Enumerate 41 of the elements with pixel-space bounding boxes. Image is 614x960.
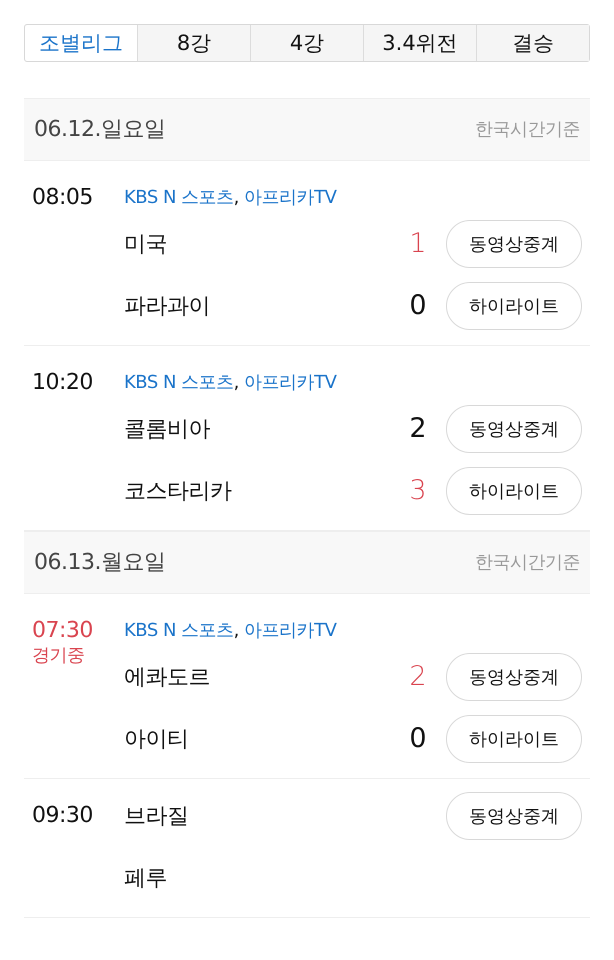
live-status: 경기중: [32, 646, 86, 666]
team-name: 미국: [124, 230, 168, 258]
team-name: 코스타리카: [124, 478, 232, 506]
video-button[interactable]: 하이라이트: [446, 282, 582, 330]
video-button[interactable]: 하이라이트: [446, 715, 582, 763]
score: 0: [408, 288, 426, 323]
score: 1: [408, 226, 426, 261]
match-time: 08:05: [32, 184, 94, 212]
channel-link[interactable]: 아프리카TV: [244, 620, 336, 641]
video-button[interactable]: 하이라이트: [446, 467, 582, 515]
match-time: 10:20: [32, 369, 94, 397]
video-button[interactable]: 동영상중계: [446, 220, 582, 268]
tab[interactable]: 결승: [476, 25, 589, 61]
separator: ,: [234, 620, 240, 641]
team-name: 브라질: [124, 802, 190, 830]
timezone-note: 한국시간기준: [475, 551, 580, 575]
team-name: 페루: [124, 864, 168, 892]
channel-link[interactable]: 아프리카TV: [244, 372, 336, 393]
date-label: 06.12.일요일: [34, 116, 166, 144]
channel-link[interactable]: 아프리카TV: [244, 187, 336, 208]
channel-link[interactable]: KBS N 스포츠: [124, 372, 234, 393]
separator: ,: [234, 372, 240, 393]
match-time: 09:30: [32, 802, 94, 830]
separator: ,: [234, 187, 240, 208]
tab[interactable]: 조별리그: [25, 25, 137, 61]
score: 2: [408, 412, 426, 446]
channel-link[interactable]: KBS N 스포츠: [124, 620, 234, 641]
team-name: 에콰도르: [124, 664, 211, 692]
video-button[interactable]: 동영상중계: [446, 792, 582, 840]
team-name: 아이티: [124, 726, 190, 754]
team-name: 파라과이: [124, 292, 211, 320]
team-name: 콜롬비아: [124, 416, 211, 444]
score: 2: [408, 660, 426, 694]
match-time: 07:30: [32, 617, 94, 645]
date-label: 06.13.월요일: [34, 549, 166, 577]
video-button[interactable]: 동영상중계: [446, 405, 582, 453]
video-button[interactable]: 동영상중계: [446, 653, 582, 701]
timezone-note: 한국시간기준: [475, 118, 580, 142]
channel-link[interactable]: KBS N 스포츠: [124, 187, 234, 208]
score: 3: [408, 474, 426, 508]
score: 0: [408, 722, 426, 756]
